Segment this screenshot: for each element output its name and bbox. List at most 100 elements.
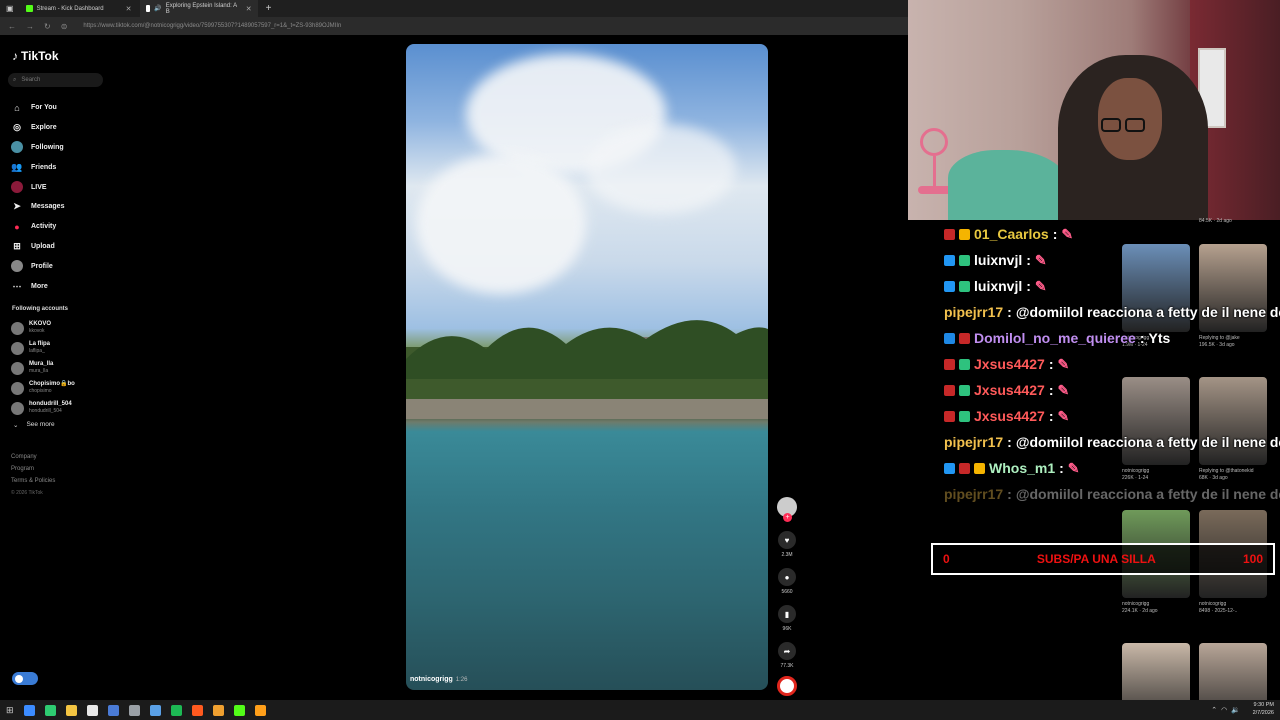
taskbar-app-icon[interactable] [170, 704, 182, 716]
forward-icon[interactable]: → [26, 22, 34, 31]
share-action[interactable]: ➦ 77.3K [778, 642, 796, 669]
taskbar-app-icon[interactable] [233, 704, 245, 716]
compass-icon: ◎ [13, 122, 21, 133]
following-account[interactable]: La flipa laflipa_ [11, 338, 75, 358]
share-icon[interactable]: ➦ [778, 642, 796, 660]
chat-username[interactable]: Whos_m1 [989, 460, 1055, 476]
comment-icon[interactable]: ● [778, 568, 796, 586]
speaker-icon[interactable]: 🔊 [154, 5, 161, 12]
video-player[interactable]: notnicogrigg 1:26 [406, 44, 768, 690]
taskbar-app-icon[interactable] [149, 704, 161, 716]
chevron-up-icon[interactable]: ⌃ [1211, 706, 1217, 714]
clock[interactable]: 9:30 PM 2/7/2026 [1253, 701, 1274, 717]
wifi-icon[interactable]: ◠ [1221, 706, 1227, 714]
comment-action[interactable]: ● 5660 [778, 568, 796, 595]
see-more-button[interactable]: ⌄ See more [13, 421, 55, 429]
nav-label: Friends [31, 163, 57, 171]
search-icon: ⌕ [13, 76, 17, 83]
following-account[interactable]: KKOVO kkovok [11, 318, 75, 338]
nav-label: Upload [31, 242, 55, 250]
nav-label: Following [31, 143, 64, 151]
video-actions: + ♥ 2.3M ● 5660 ▮ 96K ➦ 77.3K [776, 497, 798, 696]
nav-friends[interactable]: 👥 Friends [11, 157, 64, 177]
nav-live[interactable]: LIVE [11, 177, 64, 197]
taskbar-app-icon[interactable] [128, 704, 140, 716]
subs-count: 0 [943, 552, 950, 566]
taskbar-app-icon[interactable] [191, 704, 203, 716]
heart-icon[interactable]: ♥ [778, 531, 796, 549]
footer-link-program[interactable]: Program [11, 463, 55, 475]
taskbar-app-icon[interactable] [44, 704, 56, 716]
taskbar-app-icon[interactable] [212, 704, 224, 716]
reload-icon[interactable]: ↻ [44, 22, 51, 31]
browser-menu-icon[interactable]: ▣ [0, 0, 20, 17]
chat-message: Jxsus4427 : ✎ [944, 377, 1280, 403]
emote-icon: ✎ [1057, 407, 1070, 424]
video-author[interactable]: notnicogrigg 1:26 [410, 676, 467, 683]
chat-username[interactable]: Domilol_no_me_quieree [974, 330, 1136, 346]
autoscroll-toggle[interactable] [12, 672, 38, 685]
nav-upload[interactable]: ⊞ Upload [11, 237, 64, 257]
nav-profile[interactable]: Profile [11, 256, 64, 276]
footer-link-terms[interactable]: Terms & Policies [11, 475, 55, 487]
nav-following[interactable]: Following [11, 138, 64, 158]
taskbar-app-icon[interactable] [254, 704, 266, 716]
taskbar-app-icon[interactable] [107, 704, 119, 716]
cloud-shape [416, 154, 586, 294]
volume-icon[interactable]: 🔉 [1231, 706, 1240, 714]
footer-link-company[interactable]: Company [11, 451, 55, 463]
account-handle: laflipa_ [29, 348, 45, 354]
chat-username[interactable]: pipejrr17 [944, 304, 1003, 320]
creator-avatar[interactable]: + [777, 497, 797, 522]
save-action[interactable]: ▮ 96K [778, 605, 796, 632]
tab-tiktok-video[interactable]: 🔊 Exploring Epstein Island: A B ✕ [139, 0, 258, 17]
chat-username[interactable]: luixnvjl [974, 252, 1022, 268]
chat-username[interactable]: Jxsus4427 [974, 408, 1045, 424]
nav-explore[interactable]: ◎ Explore [11, 118, 64, 138]
taskbar-app-icon[interactable] [23, 704, 35, 716]
chat-separator: : [1052, 226, 1058, 242]
chat-username[interactable]: pipejrr17 [944, 486, 1003, 502]
nav-more[interactable]: ⋯ More [11, 276, 64, 296]
avatar [11, 401, 24, 415]
bookmark-icon[interactable]: ▮ [778, 605, 796, 623]
thumbnail-author[interactable]: notnicogrigg [1199, 601, 1271, 608]
chat-username[interactable]: Jxsus4427 [974, 356, 1045, 372]
address-bar: ← → ↻ ⊜ https://www.tiktok.com/@notnicog… [0, 17, 908, 35]
comment-count: 5660 [781, 589, 793, 595]
site-info-icon[interactable]: ⊜ [61, 22, 68, 31]
nav-messages[interactable]: ➤ Messages [11, 197, 64, 217]
nav-activity[interactable]: ● Activity [11, 217, 64, 237]
url-field[interactable]: https://www.tiktok.com/@notnicogrigg/vid… [83, 23, 341, 29]
thumbnail-author[interactable]: notnicogrigg [1122, 601, 1194, 608]
taskbar-app-icon[interactable] [86, 704, 98, 716]
close-tab-icon[interactable]: ✕ [246, 5, 252, 13]
chat-message: pipejrr17 : @domiilol reacciona a fetty d… [944, 299, 1280, 325]
following-account[interactable]: Mura_lla mura_lla [11, 358, 75, 378]
following-account[interactable]: Chopisimo🔒bo chopisimo [11, 378, 75, 398]
chat-username[interactable]: luixnvjl [974, 278, 1022, 294]
taskbar-app-icon[interactable] [65, 704, 77, 716]
chat-username[interactable]: 01_Caarlos [974, 226, 1049, 242]
follow-plus-icon[interactable]: + [783, 513, 792, 522]
chat-username[interactable]: Jxsus4427 [974, 382, 1045, 398]
chat-message: Jxsus4427 : ✎ [944, 403, 1280, 429]
tiktok-logo[interactable]: ♪ TikTok [12, 49, 59, 63]
music-disc-icon[interactable] [777, 676, 797, 696]
windows-start-icon[interactable]: ⊞ [6, 705, 14, 716]
close-tab-icon[interactable]: ✕ [126, 5, 132, 13]
chat-separator: : [1048, 382, 1054, 398]
search-input[interactable]: ⌕ Search [8, 73, 103, 87]
avatar [11, 361, 24, 375]
back-icon[interactable]: ← [8, 22, 16, 31]
new-tab-button[interactable]: + [266, 3, 272, 14]
tab-kick-dashboard[interactable]: Stream - Kick Dashboard ✕ [20, 0, 140, 17]
chat-username[interactable]: pipejrr17 [944, 434, 1003, 450]
like-action[interactable]: ♥ 2.3M [778, 531, 796, 558]
following-account[interactable]: hondudrill_504 hondudrill_504 [11, 398, 75, 418]
account-name: La flipa [29, 341, 51, 347]
fan-stem [933, 156, 936, 186]
author-name: notnicogrigg [410, 676, 453, 683]
fan-shape [920, 128, 948, 156]
nav-for-you[interactable]: ⌂ For You [11, 98, 64, 118]
